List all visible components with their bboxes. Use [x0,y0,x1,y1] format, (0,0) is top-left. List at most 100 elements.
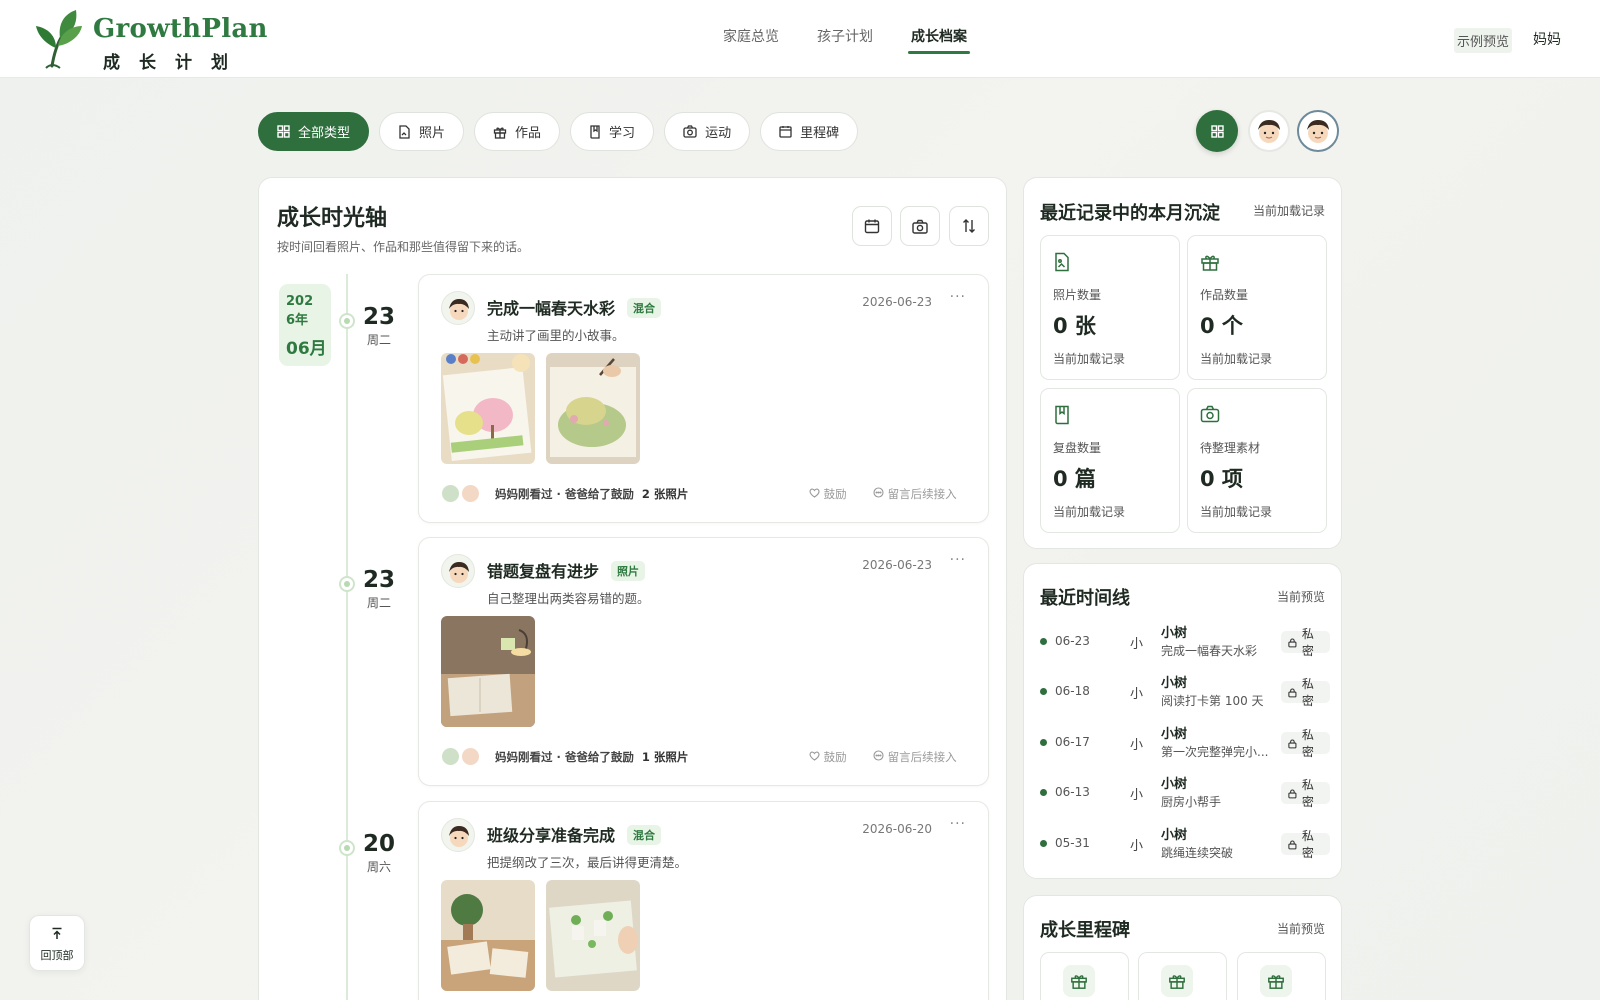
filter-sports[interactable]: 运动 [664,112,751,151]
more-menu-button[interactable]: ··· [950,289,966,305]
camera-button[interactable] [900,206,940,246]
lock-icon [1288,738,1297,748]
cheer-button[interactable]: 鼓励 [809,486,847,502]
privacy-badge[interactable]: 私密 [1281,677,1330,708]
heart-icon [809,751,820,761]
milestones-title: 成长里程碑 [1040,920,1130,941]
comment-icon [873,750,884,761]
recent-row[interactable]: 06-17 小 小树 第一次完整弹完小... 私密 [1040,723,1330,765]
timeline-card[interactable]: 班级分享准备完成 混合 2026-06-20 ··· 把提纲改了三次，最后讲得更清… [418,801,989,1000]
entry-day: 23 周二 [359,304,399,348]
gift-icon [1260,965,1292,997]
nav-growth-archive[interactable]: 成长档案 [908,26,970,54]
photo-thumbnail[interactable] [441,616,535,727]
all-children-toggle[interactable] [1196,110,1238,152]
recent-row[interactable]: 06-13 小 小树 厨房小帮手 私密 [1040,773,1330,815]
filter-study[interactable]: 学习 [570,112,655,151]
cheer-label: 鼓励 [823,750,847,764]
stat-card-pending[interactable]: 待整理素材 0 项 当前加载记录 [1187,388,1327,533]
comment-button[interactable]: 留言后续接入 [873,486,957,502]
photo-thumbnail[interactable] [441,353,535,464]
more-menu-button[interactable]: ··· [950,552,966,568]
row-name: 小树 [1161,777,1188,792]
card-footer: 妈妈刚看过 · 爸爸给了鼓励 1 张照片 鼓励 留言后续接入 [441,747,968,767]
gift-icon [1161,965,1193,997]
calendar-button[interactable] [852,206,892,246]
photo-thumbnail[interactable] [441,880,535,991]
row-desc: 阅读打卡第 100 天 [1161,694,1264,708]
filter-works[interactable]: 作品 [474,112,561,151]
brand-title[interactable]: GrowthPlan [93,14,268,44]
row-avatar-letter: 小 [1130,637,1144,652]
preview-badge[interactable]: 示例预览 [1454,28,1513,53]
recent-scope: 当前预览 [1276,590,1325,604]
gift-icon [1201,255,1219,271]
privacy-badge[interactable]: 私密 [1281,627,1330,658]
top-header: GrowthPlan 成长计划 家庭总览 孩子计划 成长档案 示例预览 妈妈 [0,0,1600,78]
timeline-panel: 成长时光轴 按时间回看照片、作品和那些值得留下来的话。 2026年 06月 23… [258,177,1007,1000]
more-menu-button[interactable]: ··· [950,816,966,832]
card-title: 班级分享准备完成 混合 [487,822,662,846]
comment-button[interactable]: 留言后续接入 [873,749,957,765]
milestone-card[interactable] [1138,952,1227,1000]
stat-label: 作品数量 [1200,288,1249,302]
filter-milestone[interactable]: 里程碑 [760,112,859,151]
calendar-icon [779,126,792,138]
child-avatar-2[interactable] [1297,110,1339,152]
leaf-logo-icon[interactable] [30,8,90,70]
nav-family-overview[interactable]: 家庭总览 [723,26,779,54]
milestone-card[interactable] [1237,952,1326,1000]
privacy-badge[interactable]: 私密 [1281,778,1330,809]
lock-icon [1288,788,1297,798]
card-description: 自己整理出两类容易错的题。 [487,591,650,606]
gift-icon [1063,965,1095,997]
row-date: 05-31 [1055,836,1090,850]
recent-row[interactable]: 06-23 小 小树 完成一幅春天水彩 私密 [1040,622,1330,664]
timeline-card[interactable]: 完成一幅春天水彩 混合 2026-06-23 ··· 主动讲了画里的小故事。 妈妈… [418,274,989,523]
privacy-badge[interactable]: 私密 [1281,728,1330,759]
row-date: 06-17 [1055,735,1090,749]
timeline-card[interactable]: 错题复盘有进步 照片 2026-06-23 ··· 自己整理出两类容易错的题。 妈… [418,537,989,786]
timeline-dot [339,840,355,856]
back-to-top-label: 回顶部 [40,949,74,962]
milestone-card[interactable] [1040,952,1129,1000]
filter-label: 全部类型 [298,126,351,141]
back-to-top-button[interactable]: 回顶部 [29,915,85,971]
activity-label: 妈妈刚看过 · 爸爸给了鼓励 [495,750,634,764]
month-tag-month: 06月 [286,339,327,359]
card-title-text: 完成一幅春天水彩 [487,299,616,318]
entry-day: 20 周六 [359,831,399,875]
activity-text: 妈妈刚看过 · 爸爸给了鼓励 1 张照片 [495,749,688,765]
filter-label: 运动 [705,126,732,141]
cheer-button[interactable]: 鼓励 [809,749,847,765]
stat-card-reviews[interactable]: 复盘数量 0 篇 当前加载记录 [1040,388,1180,533]
recent-row[interactable]: 06-18 小 小树 阅读打卡第 100 天 私密 [1040,672,1330,714]
nav-child-plan[interactable]: 孩子计划 [817,26,873,54]
recent-row[interactable]: 05-31 小 小树 跳绳连续突破 私密 [1040,824,1330,866]
day-number: 23 [362,304,395,330]
privacy-badge[interactable]: 私密 [1281,829,1330,860]
sort-button[interactable] [949,206,989,246]
timeline-dot [339,576,355,592]
card-description: 把提纲改了三次，最后讲得更清楚。 [487,855,688,870]
row-name: 小树 [1161,828,1188,843]
user-menu[interactable]: 妈妈 [1533,29,1561,49]
filter-photo[interactable]: 照片 [379,112,465,151]
gift-icon [493,126,507,139]
arrow-up-icon [52,927,62,939]
stat-card-works[interactable]: 作品数量 0 个 当前加载记录 [1187,235,1327,380]
row-desc: 完成一幅春天水彩 [1161,644,1258,658]
filter-bar: 全部类型 照片 作品 学习 运动 里程碑 [258,112,868,151]
stat-card-photos[interactable]: 照片数量 0 张 当前加载记录 [1040,235,1180,380]
photo-count: 1 张照片 [641,750,689,764]
privacy-label: 私密 [1301,627,1314,658]
child-avatar-1[interactable] [1248,110,1290,152]
milestones-scope: 当前预览 [1276,922,1325,936]
lock-icon [1288,687,1297,697]
photo-thumbnail[interactable] [546,880,640,991]
stat-footnote: 当前加载记录 [1053,505,1126,519]
photo-thumbnail[interactable] [546,353,640,464]
filter-all-types[interactable]: 全部类型 [258,112,370,151]
entry-day: 23 周二 [359,567,399,611]
lock-icon [1288,637,1297,647]
